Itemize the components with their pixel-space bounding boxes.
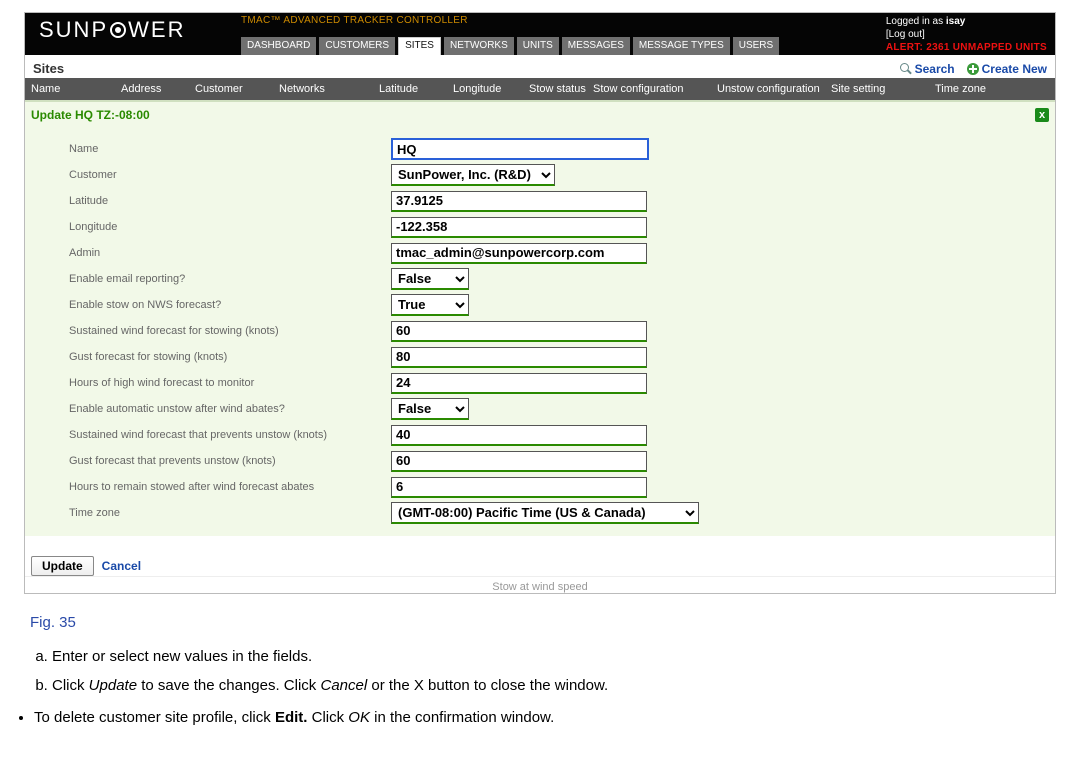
sust-unstow-input[interactable] xyxy=(391,425,647,446)
app-window: SUNP WER TMAC™ ADVANCED TRACKER CONTROLL… xyxy=(24,12,1056,594)
tab-customers[interactable]: CUSTOMERS xyxy=(319,37,395,55)
header-bar: SUNP WER TMAC™ ADVANCED TRACKER CONTROLL… xyxy=(25,13,1055,55)
auto-unstow-select[interactable]: False xyxy=(391,398,469,420)
name-input[interactable] xyxy=(391,138,649,160)
logo: SUNP WER xyxy=(25,13,195,43)
stow-nws-select[interactable]: True xyxy=(391,294,469,316)
tab-message-types[interactable]: MESSAGE TYPES xyxy=(633,37,730,55)
label-auto-unstow: Enable automatic unstow after wind abate… xyxy=(69,403,391,415)
page-toolbar: Sites Search Create New xyxy=(25,55,1055,78)
table-header-row: Name Address Customer Networks Latitude … xyxy=(25,78,1055,100)
edit-form-panel: Update HQ TZ:-08:00 x Name Customer SunP… xyxy=(25,100,1055,536)
hours-monitor-input[interactable] xyxy=(391,373,647,394)
timezone-select[interactable]: (GMT-08:00) Pacific Time (US & Canada) xyxy=(391,502,699,524)
logout-link[interactable]: [Log out] xyxy=(886,28,1047,41)
create-new-link[interactable]: Create New xyxy=(967,62,1047,76)
tab-networks[interactable]: NETWORKS xyxy=(444,37,514,55)
col-latitude: Latitude xyxy=(379,82,453,96)
label-hours-abate: Hours to remain stowed after wind foreca… xyxy=(69,481,391,493)
logo-text-right: WER xyxy=(128,17,185,43)
page-title: Sites xyxy=(33,61,64,76)
update-button[interactable]: Update xyxy=(31,556,94,576)
col-name: Name xyxy=(31,82,121,96)
form-title: Update HQ TZ:-08:00 xyxy=(25,102,1055,136)
col-stow-status: Stow status xyxy=(529,82,593,96)
tab-messages[interactable]: MESSAGES xyxy=(562,37,630,55)
logo-text-left: SUNP xyxy=(39,17,108,43)
delete-instruction: To delete customer site profile, click E… xyxy=(34,705,1050,731)
label-gust-unstow: Gust forecast that prevents unstow (knot… xyxy=(69,455,391,467)
close-icon[interactable]: x xyxy=(1035,108,1049,122)
nav-tabs: DASHBOARD CUSTOMERS SITES NETWORKS UNITS… xyxy=(241,37,779,55)
latitude-input[interactable] xyxy=(391,191,647,212)
gust-stow-input[interactable] xyxy=(391,347,647,368)
col-networks: Networks xyxy=(279,82,379,96)
col-customer: Customer xyxy=(195,82,279,96)
create-label: Create New xyxy=(982,62,1047,76)
label-name: Name xyxy=(69,143,391,155)
label-admin: Admin xyxy=(69,247,391,259)
label-sust-unstow: Sustained wind forecast that prevents un… xyxy=(69,429,391,441)
tab-units[interactable]: UNITS xyxy=(517,37,559,55)
step-b: Click Update to save the changes. Click … xyxy=(52,673,1050,699)
step-a: Enter or select new values in the fields… xyxy=(52,644,1050,670)
tab-dashboard[interactable]: DASHBOARD xyxy=(241,37,316,55)
label-customer: Customer xyxy=(69,169,391,181)
label-latitude: Latitude xyxy=(69,195,391,207)
alert-text: ALERT: 2361 UNMAPPED UNITS xyxy=(886,41,1047,54)
col-time-zone: Time zone xyxy=(935,82,999,96)
col-address: Address xyxy=(121,82,195,96)
label-stow-nws: Enable stow on NWS forecast? xyxy=(69,299,391,311)
label-sust-stow: Sustained wind forecast for stowing (kno… xyxy=(69,325,391,337)
search-link[interactable]: Search xyxy=(900,62,955,76)
header-user-block: Logged in as isay [Log out] ALERT: 2361 … xyxy=(886,13,1055,54)
admin-input[interactable] xyxy=(391,243,647,264)
col-unstow-config: Unstow configuration xyxy=(717,82,831,96)
add-icon xyxy=(967,63,979,75)
label-hours-monitor: Hours of high wind forecast to monitor xyxy=(69,377,391,389)
tab-users[interactable]: USERS xyxy=(733,37,779,55)
logged-in-prefix: Logged in as xyxy=(886,16,946,27)
sust-stow-input[interactable] xyxy=(391,321,647,342)
customer-select[interactable]: SunPower, Inc. (R&D) xyxy=(391,164,555,186)
tab-sites[interactable]: SITES xyxy=(398,37,441,55)
hours-abate-input[interactable] xyxy=(391,477,647,498)
search-icon xyxy=(900,63,912,75)
col-site-setting: Site setting xyxy=(831,82,935,96)
figure-label: Fig. 35 xyxy=(30,610,1050,636)
sun-icon xyxy=(110,22,126,38)
email-report-select[interactable]: False xyxy=(391,268,469,290)
doc-body: Fig. 35 Enter or select new values in th… xyxy=(30,610,1050,730)
col-stow-config: Stow configuration xyxy=(593,82,717,96)
col-longitude: Longitude xyxy=(453,82,529,96)
longitude-input[interactable] xyxy=(391,217,647,238)
search-label: Search xyxy=(915,62,955,76)
form-button-row: Update Cancel xyxy=(25,542,1055,576)
label-email-report: Enable email reporting? xyxy=(69,273,391,285)
cancel-link[interactable]: Cancel xyxy=(102,559,141,573)
footer-hint: Stow at wind speed xyxy=(25,576,1055,593)
gust-unstow-input[interactable] xyxy=(391,451,647,472)
label-gust-stow: Gust forecast for stowing (knots) xyxy=(69,351,391,363)
label-longitude: Longitude xyxy=(69,221,391,233)
label-timezone: Time zone xyxy=(69,507,391,519)
logged-in-user: isay xyxy=(946,16,965,27)
app-title: TMAC™ ADVANCED TRACKER CONTROLLER xyxy=(241,15,468,26)
